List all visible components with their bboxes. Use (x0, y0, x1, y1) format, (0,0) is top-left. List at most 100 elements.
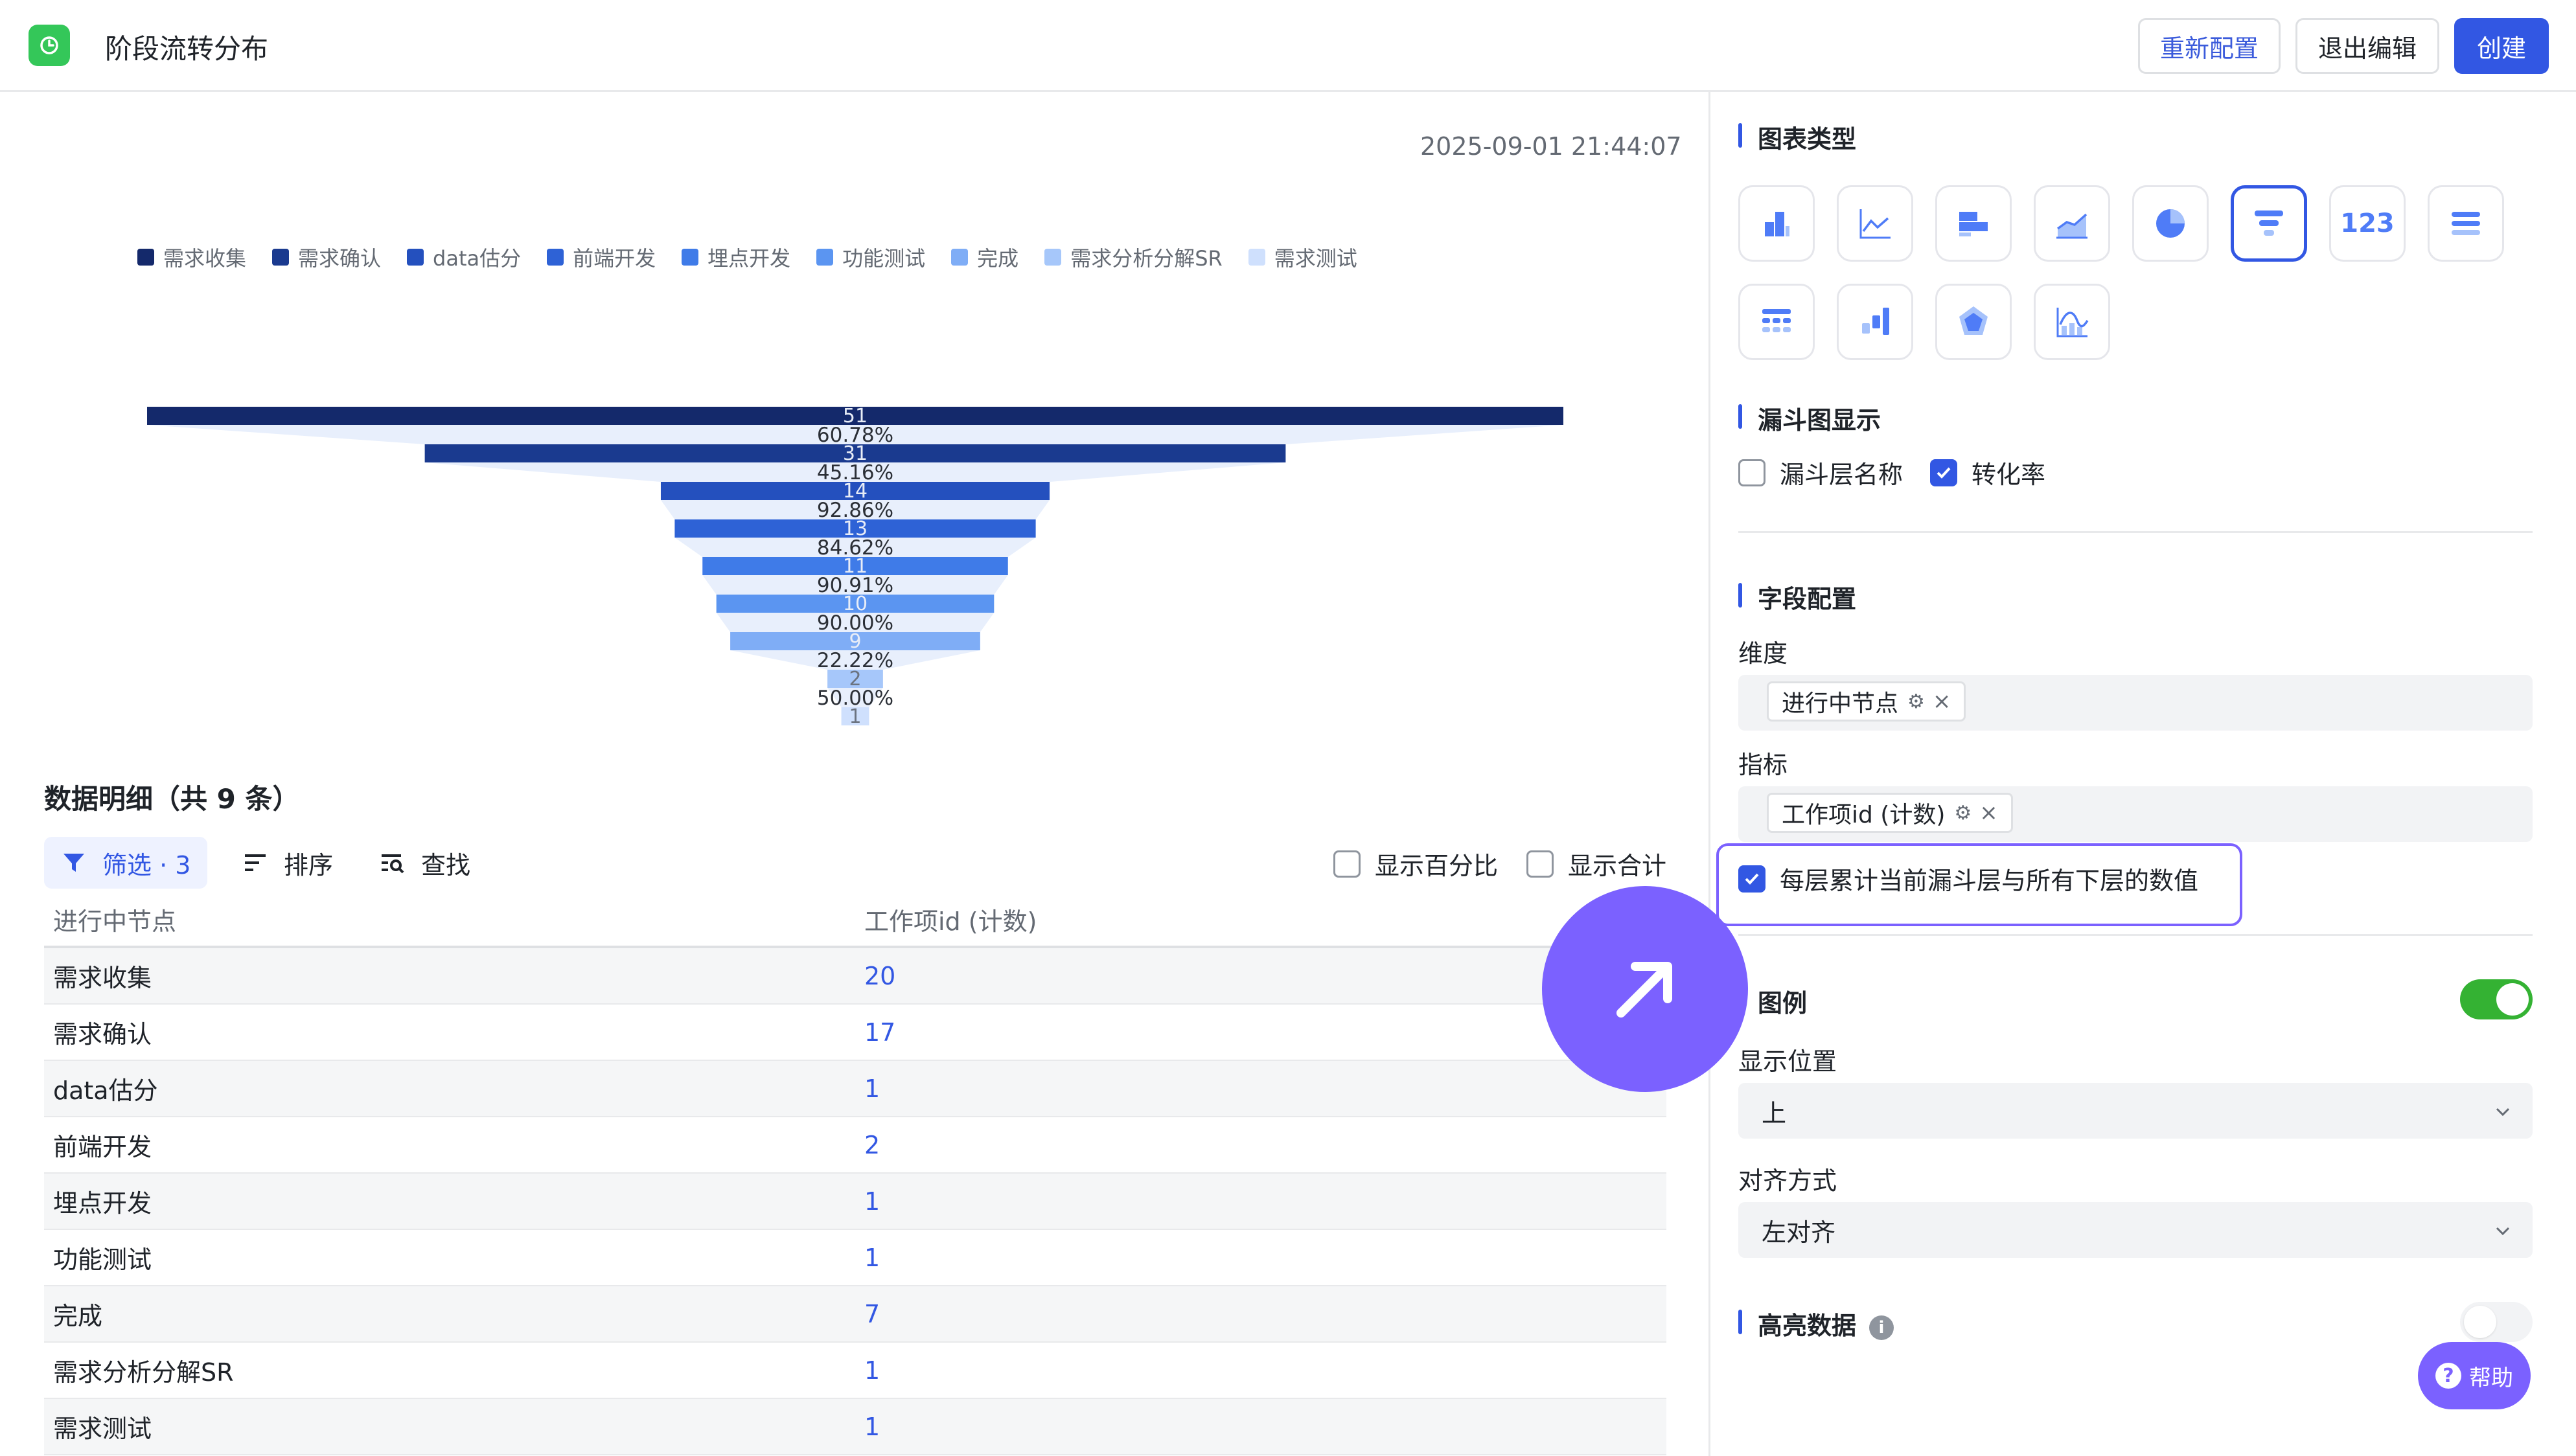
page-title: 阶段流转分布 (105, 33, 269, 65)
chart-type-line-icon[interactable] (1837, 185, 1913, 262)
table-cell-count[interactable]: 1 (855, 1075, 1666, 1103)
align-value: 左对齐 (1762, 1218, 1836, 1247)
chart-type-number-icon[interactable]: 123 (2329, 185, 2406, 262)
chart-type-radar-icon[interactable] (1935, 284, 2012, 360)
info-icon[interactable]: i (1869, 1315, 1894, 1340)
checkbox-box[interactable] (1738, 459, 1765, 486)
chart-type-bar-icon[interactable] (1738, 185, 1815, 262)
legend-swatch (1248, 249, 1265, 266)
table-toolbar: 筛选 · 3 排序 查找 显示百分比 显示合计 (44, 837, 1666, 889)
checkbox-box[interactable] (1526, 850, 1554, 878)
table-row[interactable]: 需求分析分解SR 1 (44, 1343, 1666, 1399)
table-cell-node: 需求测试 (53, 1415, 152, 1443)
table-row[interactable]: 需求确认 17 (44, 1005, 1666, 1061)
dimension-label: 维度 (1738, 639, 1788, 668)
legend-swatch (1044, 249, 1062, 266)
table-cell-count[interactable]: 1 (855, 1244, 1666, 1272)
chart-type-funnel-icon[interactable] (2231, 185, 2307, 262)
table-cell-count[interactable]: 1 (855, 1413, 1666, 1441)
chart-type-waterfall-icon[interactable] (1837, 284, 1913, 360)
legend-label: 需求确认 (298, 246, 382, 271)
chart-type-horizontal-bar-icon[interactable] (1935, 185, 2012, 262)
legend-item[interactable]: 需求分析分解SR (1044, 242, 1223, 272)
table-row[interactable]: 埋点开发 1 (44, 1174, 1666, 1230)
legend-item[interactable]: 功能测试 (816, 242, 925, 272)
cumulative-checkbox[interactable]: 每层累计当前漏斗层与所有下层的数值 (1738, 861, 2198, 896)
legend-label: 前端开发 (573, 246, 656, 271)
legend-item[interactable]: 需求收集 (137, 242, 246, 272)
close-icon[interactable]: × (1933, 688, 1951, 714)
data-table: 进行中节点 工作项id (计数) 需求收集 20 需求确认 17 data估分 1 前端开发… (44, 893, 1666, 1456)
chart-type-area-icon[interactable] (2034, 185, 2110, 262)
conversion-rate-label: 转化率 (1972, 461, 2046, 489)
table-row[interactable]: 需求测试 1 (44, 1399, 1666, 1455)
chart-type-pie-icon[interactable] (2132, 185, 2209, 262)
show-percent-checkbox[interactable]: 显示百分比 (1333, 846, 1498, 882)
table-cell-count[interactable]: 1 (855, 1187, 1666, 1216)
help-label: 帮助 (2469, 1365, 2513, 1391)
gear-icon[interactable]: ⚙ (1954, 802, 1972, 825)
highlight-toggle[interactable] (2460, 1302, 2533, 1342)
table-cell-node: 完成 (53, 1302, 103, 1330)
conversion-rate-checkbox[interactable]: 转化率 (1930, 455, 2045, 490)
column-header-node[interactable]: 进行中节点 (44, 902, 855, 937)
close-icon[interactable]: × (1979, 800, 1998, 826)
legend-item[interactable]: 完成 (951, 242, 1018, 272)
create-button[interactable]: 创建 (2454, 18, 2549, 74)
legend-item[interactable]: data估分 (407, 242, 521, 272)
show-total-label: 显示合计 (1568, 852, 1667, 880)
table-row[interactable]: 前端开发 2 (44, 1117, 1666, 1174)
column-header-count[interactable]: 工作项id (计数) (855, 902, 1666, 937)
highlight-data-label: 高亮数据 (1758, 1312, 1857, 1340)
display-position-select[interactable]: 上 (1738, 1083, 2533, 1139)
legend-item[interactable]: 需求确认 (272, 242, 381, 272)
legend-toggle[interactable] (2460, 979, 2533, 1019)
reconfigure-button[interactable]: 重新配置 (2138, 18, 2281, 74)
checkbox-checked[interactable] (1930, 459, 1957, 486)
table-cell-node: 功能测试 (53, 1246, 152, 1274)
legend-label: 需求分析分解SR (1070, 246, 1223, 271)
filter-button[interactable]: 筛选 · 3 (44, 837, 208, 889)
legend-label: 完成 (977, 246, 1019, 271)
timestamp: 2025-09-01 21:44:07 (1420, 132, 1682, 161)
exit-edit-button[interactable]: 退出编辑 (2295, 18, 2439, 74)
table-cell-count[interactable]: 1 (855, 1356, 1666, 1385)
checkbox-box[interactable] (1333, 850, 1361, 878)
table-row[interactable]: data估分 1 (44, 1061, 1666, 1117)
table-cell-node: 前端开发 (53, 1133, 152, 1161)
funnel-chart: 51 60.78% 31 45.16% 14 92.86% 13 84.62% 11 90.91%… (0, 299, 1710, 753)
show-percent-label: 显示百分比 (1375, 852, 1499, 880)
legend-item[interactable]: 需求测试 (1248, 242, 1357, 272)
dimension-field[interactable]: 进行中节点 ⚙ × (1738, 675, 2533, 731)
cursor-arrow-icon (1542, 886, 1748, 1092)
chart-type-combo-icon[interactable] (2034, 284, 2110, 360)
align-select[interactable]: 左对齐 (1738, 1202, 2533, 1258)
table-body: 需求收集 20 需求确认 17 data估分 1 前端开发 2 埋点开发 1 功能测试 1 完成 7 需求分… (44, 948, 1666, 1455)
table-cell-count[interactable]: 7 (855, 1300, 1666, 1328)
table-row[interactable]: 需求收集 20 (44, 948, 1666, 1005)
divider (1738, 934, 2533, 936)
metric-tag[interactable]: 工作项id (计数) ⚙ × (1767, 793, 2013, 833)
table-row[interactable]: 完成 7 (44, 1286, 1666, 1343)
checkbox-checked[interactable] (1738, 865, 1765, 893)
chart-type-list-icon[interactable] (2428, 185, 2504, 262)
header-bar: 阶段流转分布 重新配置 退出编辑 创建 (0, 0, 2576, 92)
help-icon: ? (2435, 1363, 2461, 1389)
legend-item[interactable]: 前端开发 (547, 242, 656, 272)
table-cell-count[interactable]: 2 (855, 1131, 1666, 1159)
metric-field[interactable]: 工作项id (计数) ⚙ × (1738, 786, 2533, 842)
layer-name-checkbox[interactable]: 漏斗层名称 (1738, 455, 1903, 490)
show-total-checkbox[interactable]: 显示合计 (1526, 846, 1666, 882)
dimension-tag[interactable]: 进行中节点 ⚙ × (1767, 681, 1966, 722)
highlight-data-title: 高亮数据 i (1738, 1306, 1894, 1341)
legend-swatch (137, 249, 154, 266)
find-button[interactable]: 查找 (363, 837, 487, 889)
help-button[interactable]: ? 帮助 (2418, 1342, 2531, 1409)
table-cell-count[interactable]: 17 (855, 1018, 1666, 1047)
find-label: 查找 (421, 850, 471, 880)
legend-item[interactable]: 埋点开发 (682, 242, 790, 272)
chart-type-table-icon[interactable] (1738, 284, 1815, 360)
sort-button[interactable]: 排序 (225, 837, 350, 889)
gear-icon[interactable]: ⚙ (1907, 690, 1925, 713)
table-row[interactable]: 功能测试 1 (44, 1230, 1666, 1286)
